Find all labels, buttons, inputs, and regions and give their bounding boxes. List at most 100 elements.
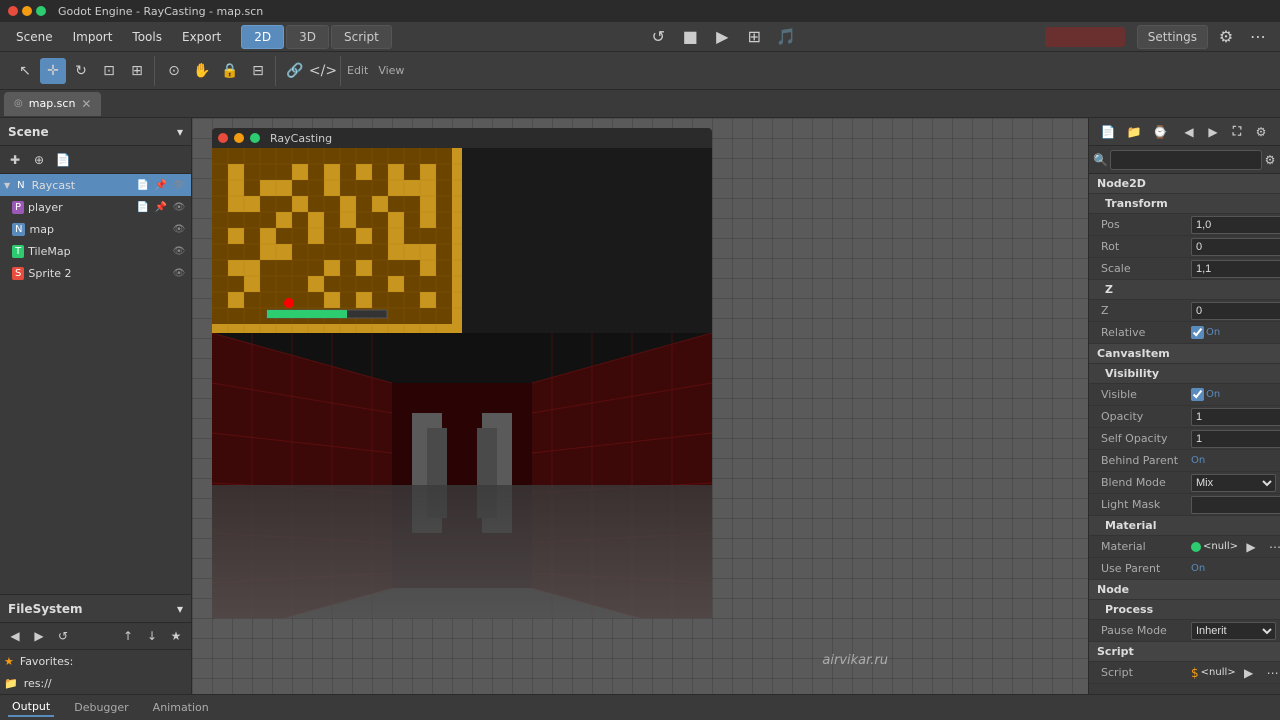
rect-tool[interactable]: ⊞: [124, 58, 150, 84]
script-dots-icon[interactable]: ⋯: [1262, 662, 1280, 684]
fs-refresh-btn[interactable]: ↺: [52, 625, 74, 647]
z-section[interactable]: Z: [1089, 280, 1280, 300]
tab-map[interactable]: ◎ map.scn ✕: [4, 92, 101, 116]
menu-scene[interactable]: Scene: [8, 27, 61, 47]
player-pin-icon[interactable]: 📌: [153, 199, 169, 215]
opacity-input[interactable]: [1191, 408, 1280, 426]
window-controls[interactable]: [8, 6, 46, 16]
view-menu[interactable]: View: [378, 64, 404, 77]
gw-close-dot[interactable]: [218, 133, 228, 143]
settings-gear-icon[interactable]: ⚙: [1212, 23, 1240, 51]
scale-tool[interactable]: ⊡: [96, 58, 122, 84]
raycast-eye-icon[interactable]: 👁: [171, 177, 187, 193]
inspector-next-icon[interactable]: ▶: [1202, 121, 1224, 143]
inspector-files-icon[interactable]: 📄: [1097, 121, 1119, 143]
raycast-pin-icon[interactable]: 📌: [153, 177, 169, 193]
pos-input[interactable]: [1191, 216, 1280, 234]
tab-close-button[interactable]: ✕: [81, 97, 91, 111]
move-tool[interactable]: ✛: [40, 58, 66, 84]
visibility-section[interactable]: Visibility: [1089, 364, 1280, 384]
menu-import[interactable]: Import: [65, 27, 121, 47]
local-tool[interactable]: ⊙: [161, 58, 187, 84]
refresh-icon[interactable]: ↺: [644, 23, 672, 51]
tree-item-tilemap[interactable]: T TileMap 👁: [0, 240, 191, 262]
tree-item-raycast[interactable]: ▼ N Raycast 📄 📌 👁: [0, 174, 191, 196]
inspector-prev-icon[interactable]: ◀: [1178, 121, 1200, 143]
more-options-icon[interactable]: ⋯: [1244, 23, 1272, 51]
bottom-tab-output[interactable]: Output: [8, 698, 54, 717]
viewport[interactable]: RayCasting: [192, 118, 1088, 694]
pause-mode-dropdown[interactable]: Inherit Stop Process: [1191, 622, 1276, 640]
scripts-btn[interactable]: 📄: [52, 149, 74, 171]
relative-checkbox[interactable]: [1191, 326, 1204, 339]
player-script-icon[interactable]: 📄: [135, 199, 151, 215]
script-expand-icon[interactable]: ▶: [1238, 662, 1260, 684]
fs-favorite-btn[interactable]: ★: [165, 625, 187, 647]
tree-item-player[interactable]: P player 📄 📌 👁: [0, 196, 191, 218]
fs-up-btn[interactable]: ↑: [117, 625, 139, 647]
self-opacity-input[interactable]: [1191, 430, 1280, 448]
pan-tool[interactable]: ✋: [189, 58, 215, 84]
link-tool[interactable]: 🔗: [282, 58, 308, 84]
light-mask-input[interactable]: [1191, 496, 1280, 514]
material-dots-icon[interactable]: ⋯: [1264, 536, 1280, 558]
audio-icon[interactable]: 🎵: [772, 23, 800, 51]
rotate-tool[interactable]: ↻: [68, 58, 94, 84]
inspector-gear-icon[interactable]: ⚙: [1264, 149, 1276, 171]
script-section[interactable]: Script: [1089, 642, 1280, 662]
play-custom-icon[interactable]: ⊞: [740, 23, 768, 51]
inspector-settings-icon[interactable]: ⚙: [1250, 121, 1272, 143]
minimize-dot[interactable]: [22, 6, 32, 16]
inspector-search-input[interactable]: [1110, 150, 1262, 170]
group-tool[interactable]: ⊟: [245, 58, 271, 84]
edit-menu[interactable]: Edit: [347, 64, 368, 77]
select-tool[interactable]: ↖: [12, 58, 38, 84]
rot-input[interactable]: [1191, 238, 1280, 256]
map-eye-icon[interactable]: 👁: [171, 221, 187, 237]
view-2d-button[interactable]: 2D: [241, 25, 284, 49]
filesystem-dropdown-icon[interactable]: ▾: [177, 602, 183, 616]
add-node-btn[interactable]: ✚: [4, 149, 26, 171]
inspector-expand-icon[interactable]: ⛶: [1226, 121, 1248, 143]
player-eye-icon[interactable]: 👁: [171, 199, 187, 215]
fs-down-btn[interactable]: ↓: [141, 625, 163, 647]
close-dot[interactable]: [8, 6, 18, 16]
scale-input[interactable]: [1191, 260, 1280, 278]
node-section[interactable]: Node: [1089, 580, 1280, 600]
tilemap-eye-icon[interactable]: 👁: [171, 243, 187, 259]
process-section[interactable]: Process: [1089, 600, 1280, 620]
menu-tools[interactable]: Tools: [124, 27, 170, 47]
inspector-folder-icon[interactable]: 📁: [1123, 121, 1145, 143]
raycast-script-icon[interactable]: 📄: [135, 177, 151, 193]
blend-mode-dropdown[interactable]: Mix Add Sub Mul: [1191, 474, 1276, 492]
play-scene-icon[interactable]: ▶: [708, 23, 736, 51]
canvasitem-section[interactable]: CanvasItem: [1089, 344, 1280, 364]
code-tool[interactable]: </>: [310, 58, 336, 84]
fs-back-btn[interactable]: ◀: [4, 625, 26, 647]
add-instance-btn[interactable]: ⊕: [28, 149, 50, 171]
fs-favorites[interactable]: ★ Favorites:: [0, 650, 191, 672]
sprite2-eye-icon[interactable]: 👁: [171, 265, 187, 281]
visible-checkbox[interactable]: [1191, 388, 1204, 401]
bottom-tab-animation[interactable]: Animation: [149, 699, 213, 716]
settings-button[interactable]: Settings: [1137, 25, 1208, 49]
z-input[interactable]: [1191, 302, 1280, 320]
view-script-button[interactable]: Script: [331, 25, 392, 49]
stop-icon[interactable]: ■: [676, 23, 704, 51]
tree-item-sprite2[interactable]: S Sprite 2 👁: [0, 262, 191, 284]
inspector-history-icon[interactable]: ⌚: [1149, 121, 1171, 143]
lock-tool[interactable]: 🔒: [217, 58, 243, 84]
gw-max-dot[interactable]: [250, 133, 260, 143]
scene-dropdown-icon[interactable]: ▾: [177, 125, 183, 139]
bottom-tab-debugger[interactable]: Debugger: [70, 699, 132, 716]
fs-forward-btn[interactable]: ▶: [28, 625, 50, 647]
fs-res[interactable]: 📁 res://: [0, 672, 191, 694]
view-3d-button[interactable]: 3D: [286, 25, 329, 49]
transform-section[interactable]: Transform: [1089, 194, 1280, 214]
menu-export[interactable]: Export: [174, 27, 229, 47]
maximize-dot[interactable]: [36, 6, 46, 16]
gw-min-dot[interactable]: [234, 133, 244, 143]
tree-item-map[interactable]: N map 👁: [0, 218, 191, 240]
node2d-section[interactable]: Node2D: [1089, 174, 1280, 194]
material-expand-icon[interactable]: ▶: [1240, 536, 1262, 558]
